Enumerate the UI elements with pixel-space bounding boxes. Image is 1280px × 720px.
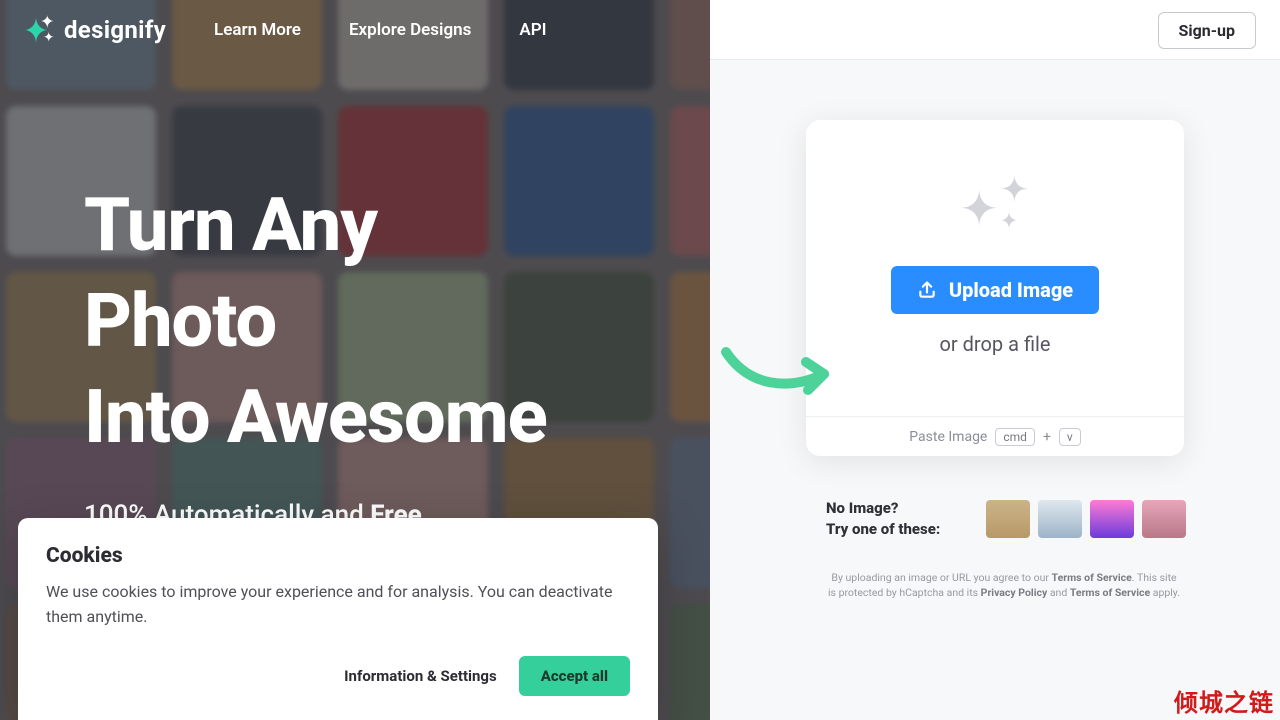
upload-image-button[interactable]: Upload Image (891, 266, 1099, 314)
kbd-v: v (1059, 428, 1081, 446)
sample-images-row: No Image? Try one of these: (826, 498, 1186, 540)
top-nav: designify Learn More Explore Designs API (0, 0, 1280, 60)
paste-label: Paste Image (909, 429, 987, 445)
tos-link-2[interactable]: Terms of Service (1070, 586, 1150, 599)
upload-icon (917, 280, 937, 300)
upload-card[interactable]: Upload Image or drop a file Paste Image … (806, 120, 1184, 456)
upload-image-label: Upload Image (949, 278, 1073, 302)
cookie-dialog: Cookies We use cookies to improve your e… (18, 518, 658, 720)
upload-panel: Upload Image or drop a file Paste Image … (710, 0, 1280, 720)
nav-learn-more[interactable]: Learn More (214, 20, 301, 40)
sparkle-icon (951, 162, 1039, 236)
cookie-info-settings[interactable]: Information & Settings (344, 667, 497, 685)
privacy-policy-link[interactable]: Privacy Policy (981, 586, 1048, 599)
legal-text: By uploading an image or URL you agree t… (828, 570, 1180, 600)
nav-explore-designs[interactable]: Explore Designs (349, 20, 471, 40)
paste-hint: Paste Image cmd + v (806, 416, 1184, 456)
kbd-plus: + (1043, 429, 1051, 445)
logo[interactable]: designify (24, 15, 166, 45)
cookie-accept-button[interactable]: Accept all (519, 656, 630, 696)
nav-api[interactable]: API (519, 20, 546, 40)
cookie-body: We use cookies to improve your experienc… (46, 580, 630, 630)
logo-text: designify (64, 16, 166, 44)
arrow-icon (720, 340, 840, 400)
samples-line1: No Image? (826, 498, 940, 519)
logo-sparkle-icon (24, 15, 54, 45)
drop-file-label: or drop a file (940, 332, 1051, 356)
sample-thumb-4[interactable] (1142, 500, 1186, 538)
hero-headline: Turn Any Photo Into Awesome (84, 178, 547, 467)
samples-line2: Try one of these: (826, 519, 940, 540)
tos-link[interactable]: Terms of Service (1052, 571, 1132, 584)
sample-thumb-1[interactable] (986, 500, 1030, 538)
watermark: 倾城之链 (1174, 683, 1274, 718)
sample-thumb-3[interactable] (1090, 500, 1134, 538)
sample-thumb-2[interactable] (1038, 500, 1082, 538)
kbd-cmd: cmd (995, 428, 1035, 446)
cookie-title: Cookies (46, 544, 630, 568)
